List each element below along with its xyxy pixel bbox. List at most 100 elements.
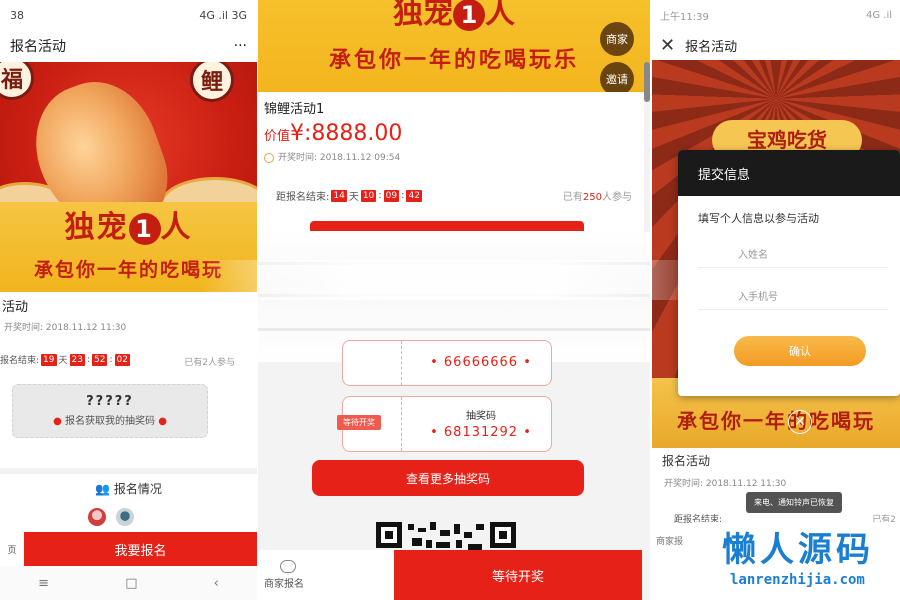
- countdown-hours: 23: [69, 353, 85, 366]
- more-codes-button[interactable]: 查看更多抽奖码: [312, 460, 584, 496]
- poster-slogan-sub: 承包你一年的吃喝玩: [677, 409, 875, 433]
- countdown-seconds: 02: [114, 353, 130, 366]
- watermark-text: 懒人源码: [722, 530, 874, 570]
- activity-poster: 福 鲤 独宠 1 人 承包你一年的吃喝玩: [0, 62, 257, 292]
- close-dialog-icon[interactable]: ✕: [788, 410, 812, 434]
- status-bar: 上午11:39 4G .il: [652, 0, 900, 30]
- signup-button[interactable]: 我要报名: [24, 532, 257, 566]
- bottom-action-bar: 页 我要报名: [0, 532, 257, 566]
- seal-left: 福: [0, 62, 34, 100]
- merchant-signup-label[interactable]: 商家报: [656, 534, 683, 547]
- back-nav-icon[interactable]: ‹: [214, 576, 219, 591]
- name-input[interactable]: 入姓名: [698, 240, 888, 268]
- close-icon[interactable]: ✕: [660, 35, 675, 56]
- lottery-code-partial: • 66666666 •: [430, 355, 532, 370]
- dot-icon: ●: [158, 416, 167, 427]
- activity-name: 活动: [2, 300, 29, 315]
- watermark-url: lanrenzhijia.com: [730, 572, 865, 588]
- ticket-text: 报名获取我的抽奖码: [65, 416, 155, 427]
- avatar[interactable]: [88, 508, 106, 526]
- divider: [0, 468, 257, 474]
- home-link[interactable]: 页: [0, 532, 24, 566]
- slogan-text: 独宠: [64, 210, 129, 245]
- activity-name: 锦鲤活动1: [264, 102, 325, 117]
- dialog-hint: 填写个人信息以参与活动: [698, 212, 819, 225]
- countdown-day-unit: 天: [58, 356, 68, 366]
- joined-number: 250: [582, 192, 602, 203]
- merchant-signup-label: 商家报名: [264, 579, 304, 590]
- more-menu-icon[interactable]: ···: [234, 38, 247, 54]
- page-title: 报名活动: [10, 39, 66, 55]
- activity-poster: 独宠 1 人 承包你一年的吃喝玩乐: [258, 0, 650, 92]
- dialog-title: 提交信息: [678, 150, 900, 196]
- page-title: 报名活动: [685, 39, 738, 55]
- confirm-button[interactable]: 确认: [734, 336, 866, 366]
- home-nav-icon[interactable]: □: [125, 576, 137, 591]
- phone-screen-result: 独宠 1 人 承包你一年的吃喝玩乐 商家 邀请 锦鲤活动1 价值¥:8888.00 …: [258, 0, 650, 600]
- countdown: 距报名结束: 14 天 10: 09: 42 已有250人参与: [276, 189, 632, 203]
- status-time: 38: [10, 8, 24, 22]
- ticket-text-row: ● 报名获取我的抽奖码 ●: [13, 412, 207, 427]
- title-bar: ✕ 报名活动: [652, 30, 900, 60]
- poster-slogan-sub: 承包你一年的吃喝玩乐: [328, 48, 579, 73]
- wait-draw-button[interactable]: 等待开奖: [394, 550, 642, 600]
- status-badge: 等待开奖: [337, 415, 381, 430]
- participant-avatars: [88, 508, 134, 526]
- lottery-code-label: 抽奖码: [466, 411, 496, 422]
- blur-streak: [258, 328, 650, 331]
- blur-streak: [200, 260, 700, 300]
- watermark-logo: 懒人源码 lanrenzhijia.com: [692, 522, 900, 600]
- poster-slogan-main: 独宠 1 人: [258, 0, 650, 32]
- prize-value: 价值¥:8888.00: [264, 121, 638, 146]
- lottery-code: • 68131292 •: [430, 425, 532, 440]
- slogan-text: 人: [485, 0, 515, 31]
- card-divider: [401, 397, 402, 451]
- menu-nav-icon[interactable]: ≡: [38, 576, 49, 591]
- people-icon: 👥: [95, 482, 111, 496]
- slogan-number: 1: [128, 212, 161, 245]
- joined-prefix: 已有: [562, 192, 583, 203]
- countdown-seconds: 42: [406, 189, 422, 202]
- clock-icon: [264, 152, 274, 163]
- merchant-button[interactable]: 商家: [600, 22, 634, 56]
- countdown-days: 19: [41, 353, 57, 366]
- prize-value-amount: ¥:8888.00: [290, 121, 403, 146]
- signup-status-label: 报名情况: [113, 482, 162, 496]
- invite-button[interactable]: 邀请: [600, 62, 634, 96]
- activity-info: 锦鲤活动1 价值¥:8888.00 开奖时间: 2018.11.12 09:54: [258, 92, 644, 232]
- chat-icon: [280, 560, 296, 573]
- bottom-action-bar: 商家报名 等待开奖: [258, 550, 650, 600]
- countdown-minutes: 52: [92, 353, 108, 366]
- qr-code-icon: [376, 522, 516, 550]
- phone-input[interactable]: 入手机号: [698, 282, 888, 310]
- title-bar: 报名活动 ···: [0, 30, 257, 62]
- toast-message: 来电、通知铃声已恢复: [746, 492, 842, 513]
- countdown-label: 报名结束:: [0, 356, 40, 366]
- prize-value-label: 价值: [264, 129, 291, 144]
- poster-slogan-main: 独宠 1 人: [0, 202, 257, 246]
- countdown-label: 距报名结束:: [276, 192, 330, 203]
- merchant-signup-link[interactable]: 商家报名: [258, 550, 394, 600]
- system-nav-bar: ≡ □ ‹: [0, 566, 257, 600]
- slogan-text: 人: [160, 210, 193, 245]
- slogan-number: 1: [453, 0, 485, 31]
- signup-status-heading: 👥 报名情况: [0, 480, 257, 497]
- seal-right: 鲤: [190, 62, 234, 102]
- scrollbar[interactable]: [644, 62, 650, 102]
- card-divider: [401, 341, 402, 385]
- red-header-bar: [310, 221, 584, 231]
- avatar[interactable]: [116, 508, 134, 526]
- draw-time-row: 开奖时间: 2018.11.12 09:54: [264, 150, 638, 163]
- draw-time: 开奖时间: 2018.11.12 09:54: [278, 153, 401, 163]
- lottery-card-partial: • 66666666 •: [342, 340, 552, 386]
- dot-icon: ●: [53, 416, 62, 427]
- status-signal: 4G .il: [865, 9, 892, 21]
- submit-info-dialog: 提交信息 填写个人信息以参与活动 入姓名 入手机号 确认: [678, 150, 900, 396]
- status-time: 上午11:39: [660, 11, 709, 23]
- lottery-ticket[interactable]: ????? ● 报名获取我的抽奖码 ●: [12, 384, 208, 438]
- phone-screen-signup: 38 4G .il 3G 报名活动 ··· 福 鲤 独宠 1 人 承包你一年的吃喝玩…: [0, 0, 257, 600]
- ticket-code: ?????: [86, 394, 134, 409]
- joined-suffix: 人参与: [602, 192, 632, 203]
- joined-count: 已有2人参与: [184, 358, 235, 368]
- activity-name: 报名活动: [662, 454, 711, 468]
